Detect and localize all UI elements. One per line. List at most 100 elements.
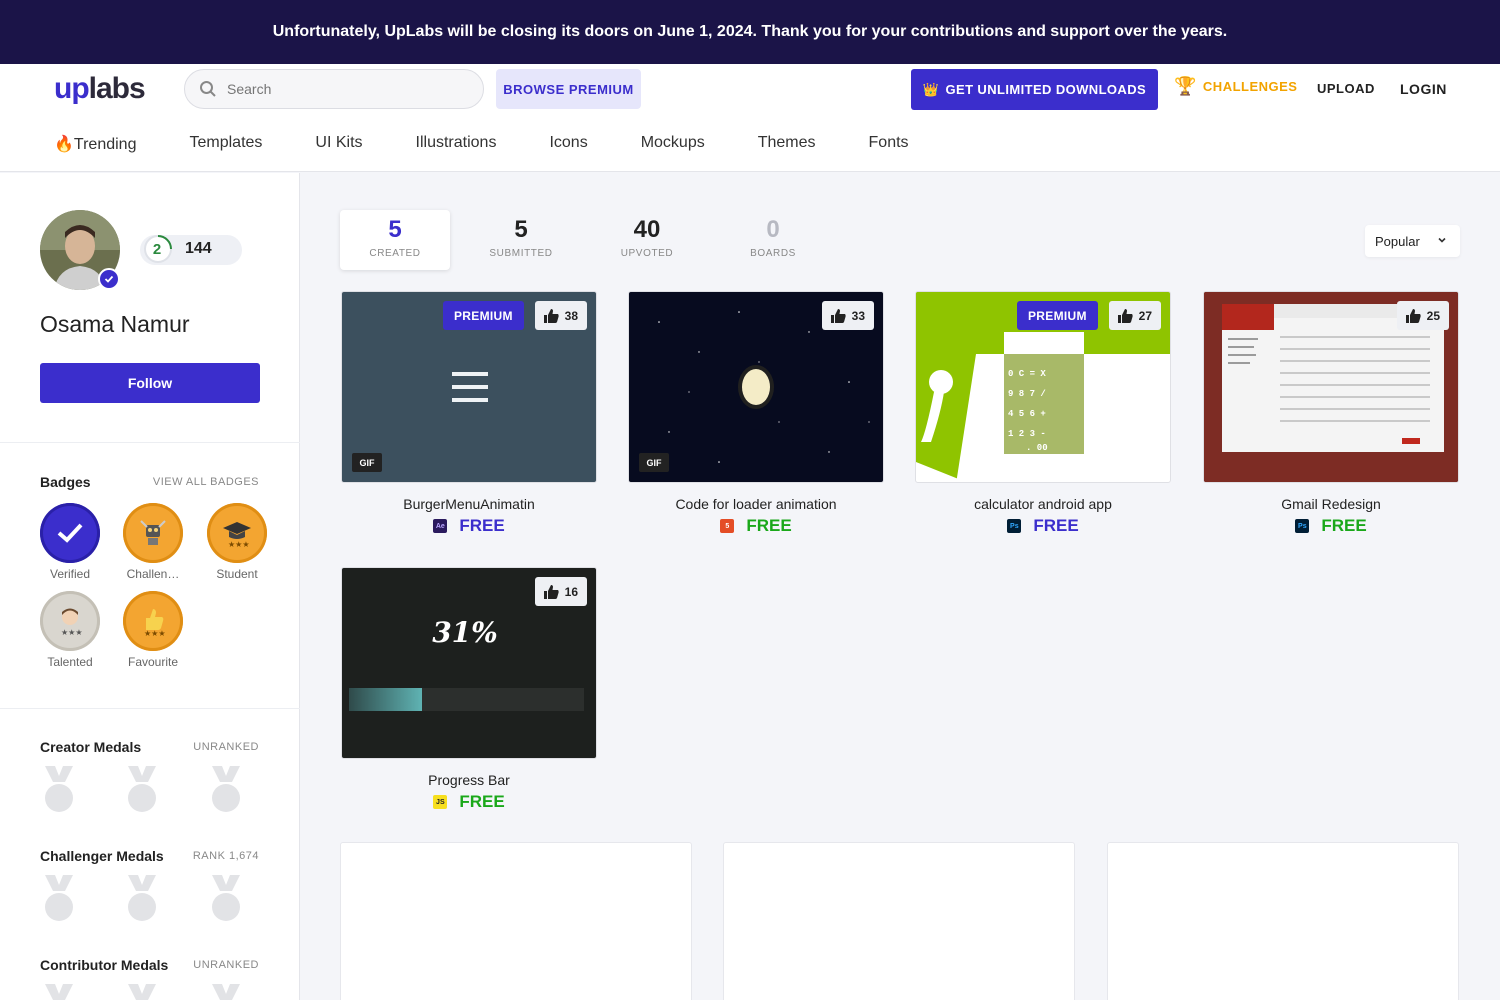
contributor-medals-status: UNRANKED	[193, 959, 259, 971]
search-box[interactable]	[184, 69, 484, 109]
robot-icon	[123, 503, 183, 563]
thumbs-up-icon	[543, 308, 559, 323]
challenges-link[interactable]: 🏆 CHALLENGES	[1174, 76, 1297, 97]
tab-upvoted[interactable]: 40 UPVOTED	[592, 210, 702, 270]
tab-created[interactable]: 5 CREATED	[340, 210, 450, 270]
card-burger-menu[interactable]: PREMIUM 38 GIF BurgerMenuAnimatin Ae FRE…	[341, 291, 597, 536]
chevron-down-icon	[1438, 237, 1446, 243]
svg-text:. 00: . 00	[1026, 443, 1048, 453]
medal-icon	[45, 766, 73, 812]
search-input[interactable]	[227, 81, 447, 97]
card-calculator[interactable]: 0 C = X 9 8 7 / 4 5 6 + 1 2 3 - . 00 PRE…	[915, 291, 1171, 536]
level-number: 2	[152, 241, 162, 258]
tab-submitted[interactable]: 5 SUBMITTED	[466, 210, 576, 270]
hamburger-icon	[452, 372, 488, 402]
card-thumbnail[interactable]: PREMIUM 38 GIF	[341, 291, 597, 483]
card-thumbnail[interactable]: 0 C = X 9 8 7 / 4 5 6 + 1 2 3 - . 00 PRE…	[915, 291, 1171, 483]
price-label: FREE	[459, 792, 505, 811]
svg-text:1 2 3 -: 1 2 3 -	[1008, 429, 1046, 439]
html5-icon: 5	[720, 519, 735, 533]
medal-icon	[212, 984, 240, 1000]
medal-icon	[128, 875, 156, 921]
divider	[0, 708, 300, 709]
login-link[interactable]: LOGIN	[1400, 81, 1447, 97]
category-trending[interactable]: 🔥Trending	[54, 134, 136, 154]
svg-text:9 8 7 /: 9 8 7 /	[1008, 389, 1046, 399]
profile-name: Osama Namur	[40, 311, 190, 337]
svg-text:★★★: ★★★	[144, 629, 166, 638]
thumbs-up-icon	[1117, 308, 1133, 323]
like-button[interactable]: 27	[1108, 301, 1161, 330]
card-progress-bar[interactable]: 31% 16 Progress Bar JS FREE	[341, 567, 597, 812]
placeholder-card	[723, 842, 1075, 1000]
like-button[interactable]: 38	[534, 301, 587, 330]
thumbs-up-icon: ★★★	[123, 591, 183, 651]
tab-boards[interactable]: 0 BOARDS	[718, 210, 828, 270]
medal-icon	[212, 766, 240, 812]
medal-icon	[45, 984, 73, 1000]
get-unlimited-downloads-button[interactable]: 👑 GET UNLIMITED DOWNLOADS	[911, 69, 1158, 110]
upload-link[interactable]: UPLOAD	[1317, 81, 1375, 96]
challenger-medals-status: RANK 1,674	[192, 850, 259, 862]
badge-favourite[interactable]: ★★★ Favourite	[123, 591, 183, 669]
card-title[interactable]: Progress Bar	[341, 772, 597, 788]
placeholder-card	[1107, 842, 1459, 1000]
card-thumbnail[interactable]: 25	[1203, 291, 1459, 483]
creator-medals-title: Creator Medals	[40, 739, 142, 755]
verified-check-icon	[98, 268, 120, 290]
medal-icon	[212, 875, 240, 921]
category-nav: 🔥Trending Templates UI Kits Illustration…	[54, 134, 909, 154]
category-themes[interactable]: Themes	[758, 134, 816, 154]
crown-icon: 👑	[922, 81, 940, 97]
category-illustrations[interactable]: Illustrations	[416, 134, 497, 154]
badge-student[interactable]: ★★★ Student	[207, 503, 267, 581]
price-label: FREE	[459, 516, 505, 535]
category-templates[interactable]: Templates	[189, 134, 262, 154]
svg-text:0 C = X: 0 C = X	[1008, 369, 1046, 379]
trophy-icon: 🏆	[1174, 76, 1197, 96]
like-button[interactable]: 33	[821, 301, 874, 330]
sort-select[interactable]: Popular	[1365, 225, 1460, 257]
profile-sidebar: 2 144 Osama Namur Follow Badges VIEW ALL…	[0, 173, 300, 1000]
price-label: FREE	[1321, 516, 1367, 535]
contributor-medals-title: Contributor Medals	[40, 957, 169, 973]
browse-premium-button[interactable]: BROWSE PREMIUM	[496, 69, 641, 109]
after-effects-icon: Ae	[433, 519, 448, 533]
card-title[interactable]: BurgerMenuAnimatin	[341, 496, 597, 512]
person-icon: ★★★	[40, 591, 100, 651]
card-thumbnail[interactable]: 31% 16	[341, 567, 597, 759]
category-ui-kits[interactable]: UI Kits	[315, 134, 362, 154]
gif-badge: GIF	[639, 453, 669, 472]
like-button[interactable]: 25	[1396, 301, 1449, 330]
gif-badge: GIF	[352, 453, 382, 472]
like-button[interactable]: 16	[534, 577, 587, 606]
badge-challenger[interactable]: Challen…	[123, 503, 183, 581]
card-title[interactable]: calculator android app	[915, 496, 1171, 512]
category-fonts[interactable]: Fonts	[869, 134, 909, 154]
view-all-badges-link[interactable]: VIEW ALL BADGES	[153, 476, 259, 488]
category-mockups[interactable]: Mockups	[641, 134, 705, 154]
price-label: FREE	[746, 516, 792, 535]
top-navigation: uplabs BROWSE PREMIUM 👑 GET UNLIMITED DO…	[0, 64, 1500, 172]
progress-track	[349, 688, 584, 711]
category-icons[interactable]: Icons	[549, 134, 587, 154]
medal-icon	[128, 984, 156, 1000]
card-loader-animation[interactable]: 33 GIF Code for loader animation 5 FREE	[628, 291, 884, 536]
placeholder-card	[340, 842, 692, 1000]
svg-text:4 5 6 +: 4 5 6 +	[1008, 409, 1046, 419]
card-thumbnail[interactable]: 33 GIF	[628, 291, 884, 483]
progress-percent-text: 31%	[432, 616, 498, 649]
price-label: FREE	[1033, 516, 1079, 535]
card-gmail-redesign[interactable]: 25 Gmail Redesign Ps FREE	[1203, 291, 1459, 536]
badge-talented[interactable]: ★★★ Talented	[40, 591, 100, 669]
badge-verified[interactable]: Verified	[40, 503, 100, 581]
thumbs-up-icon	[543, 584, 559, 599]
card-title[interactable]: Code for loader animation	[628, 496, 884, 512]
main-content: 5 CREATED 5 SUBMITTED 40 UPVOTED 0 BOARD…	[300, 173, 1500, 1000]
check-icon	[40, 503, 100, 563]
follow-button[interactable]: Follow	[40, 363, 260, 403]
uplabs-logo[interactable]: uplabs	[54, 72, 146, 106]
medal-icon	[128, 766, 156, 812]
card-title[interactable]: Gmail Redesign	[1203, 496, 1459, 512]
premium-badge: PREMIUM	[443, 301, 524, 330]
